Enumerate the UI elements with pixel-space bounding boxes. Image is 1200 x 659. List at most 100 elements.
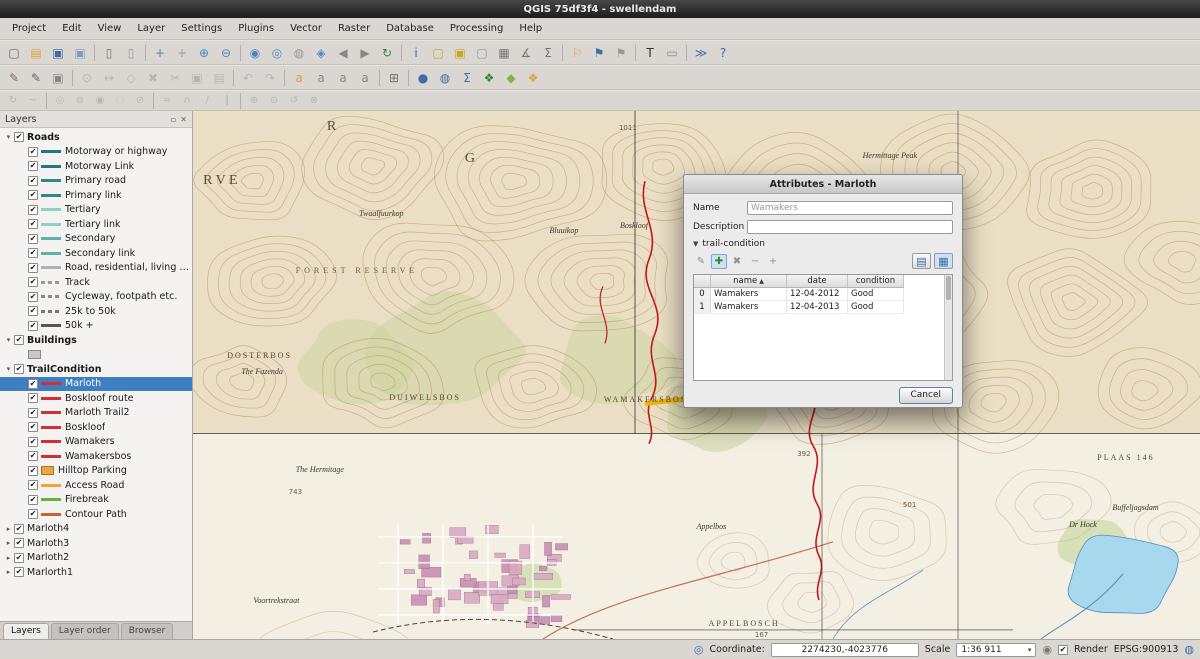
map-canvas[interactable]: RGHermittage PeakR V E1011TwaalfuurkopBl…: [193, 111, 1200, 639]
text-annotation-button[interactable]: T: [640, 43, 660, 63]
layer-item-firebreak[interactable]: ✔Firebreak: [0, 493, 192, 508]
reshape-features-button[interactable]: ∩: [178, 93, 196, 109]
deselect-all-button[interactable]: ▢: [472, 43, 492, 63]
metasearch-button[interactable]: ●: [413, 68, 433, 88]
layer-item-wamakersbos[interactable]: ✔Wamakersbos: [0, 449, 192, 464]
delete-child-feature-button[interactable]: ✖: [729, 254, 745, 269]
save-project-button[interactable]: ▣: [48, 43, 68, 63]
show-statistics-button[interactable]: Σ: [538, 43, 558, 63]
menu-layer[interactable]: Layer: [129, 20, 173, 37]
menu-vector[interactable]: Vector: [282, 20, 330, 37]
layer-checkbox[interactable]: ✔: [14, 335, 24, 345]
layer-checkbox[interactable]: ✔: [28, 408, 38, 418]
select-features-button[interactable]: ▢: [428, 43, 448, 63]
menu-project[interactable]: Project: [4, 20, 54, 37]
fill-ring-button[interactable]: ◉: [91, 93, 109, 109]
render-checkbox[interactable]: ✔: [1058, 645, 1068, 655]
column-header-condition[interactable]: condition: [848, 275, 904, 287]
node-tool-button[interactable]: ◇: [121, 68, 141, 88]
delete-part-button[interactable]: ⊘: [131, 93, 149, 109]
layer-checkbox[interactable]: ✔: [28, 306, 38, 316]
menu-settings[interactable]: Settings: [173, 20, 230, 37]
add-part-button[interactable]: ⊚: [71, 93, 89, 109]
rotate-label-button[interactable]: a: [333, 68, 353, 88]
layer-item-tertiary-link[interactable]: ✔Tertiary link: [0, 217, 192, 232]
layer-item-marlorth1[interactable]: ▸✔Marlorth1: [0, 565, 192, 580]
delete-selected-button[interactable]: ✖: [143, 68, 163, 88]
link-child-feature-button[interactable]: +: [765, 254, 781, 269]
layer-item-secondary[interactable]: ✔Secondary: [0, 232, 192, 247]
table-scrollbar[interactable]: [944, 275, 952, 380]
move-label-button[interactable]: a: [311, 68, 331, 88]
paste-features-button[interactable]: ▤: [209, 68, 229, 88]
simplify-feature-button[interactable]: ~: [24, 93, 42, 109]
copy-features-button[interactable]: ▣: [187, 68, 207, 88]
layer-item-primary-road[interactable]: ✔Primary road: [0, 174, 192, 189]
layer-item-boskloof[interactable]: ✔Boskloof: [0, 420, 192, 435]
layer-item-class-swatch[interactable]: [0, 348, 192, 363]
layer-item-access-road[interactable]: ✔Access Road: [0, 478, 192, 493]
table-row[interactable]: 0Wamakers12-04-2012Good: [694, 288, 904, 301]
layer-item-buildings[interactable]: ▾✔Buildings: [0, 333, 192, 348]
layer-checkbox[interactable]: ✔: [14, 567, 24, 577]
show-bookmarks-button[interactable]: ⚑: [611, 43, 631, 63]
layer-item-roads[interactable]: ▾✔Roads: [0, 130, 192, 145]
table-row[interactable]: 1Wamakers12-04-2013Good: [694, 301, 904, 314]
add-ring-button[interactable]: ◎: [51, 93, 69, 109]
table-view-button[interactable]: ▦: [934, 253, 953, 269]
layer-item-secondary-link[interactable]: ✔Secondary link: [0, 246, 192, 261]
new-bookmark-button[interactable]: ⚑: [589, 43, 609, 63]
layer-item-track[interactable]: ✔Track: [0, 275, 192, 290]
layer-checkbox[interactable]: ✔: [14, 524, 24, 534]
panel-close-icon[interactable]: ✕: [180, 115, 187, 124]
layer-checkbox[interactable]: ✔: [28, 161, 38, 171]
expand-arrow-icon[interactable]: ▾: [3, 365, 14, 373]
layer-item-primary-link[interactable]: ✔Primary link: [0, 188, 192, 203]
tab-layer-order[interactable]: Layer order: [51, 623, 119, 639]
layer-checkbox[interactable]: ✔: [28, 451, 38, 461]
layer-checkbox[interactable]: ✔: [28, 321, 38, 331]
collapse-arrow-icon[interactable]: ▸: [3, 539, 14, 547]
undo-button[interactable]: ↶: [238, 68, 258, 88]
layer-item-marloth[interactable]: ✔Marloth: [0, 377, 192, 392]
layer-checkbox[interactable]: ✔: [28, 509, 38, 519]
new-print-composer-button[interactable]: ▯: [99, 43, 119, 63]
layer-labeling-button[interactable]: a: [289, 68, 309, 88]
layer-checkbox[interactable]: ✔: [14, 553, 24, 563]
layer-checkbox[interactable]: ✔: [28, 437, 38, 447]
layer-checkbox[interactable]: ✔: [28, 205, 38, 215]
layer-item-cycleway-footpath-etc[interactable]: ✔Cycleway, footpath etc.: [0, 290, 192, 305]
layer-checkbox[interactable]: ✔: [28, 292, 38, 302]
split-parts-button[interactable]: ∥: [218, 93, 236, 109]
layer-checkbox[interactable]: ✔: [28, 277, 38, 287]
form-view-button[interactable]: ▤: [912, 253, 931, 269]
python-console-button[interactable]: ≫: [691, 43, 711, 63]
delete-ring-button[interactable]: ◌: [111, 93, 129, 109]
tab-browser[interactable]: Browser: [121, 623, 173, 639]
composer-manager-button[interactable]: ▯: [121, 43, 141, 63]
layer-item-marloth-trail2[interactable]: ✔Marloth Trail2: [0, 406, 192, 421]
description-field[interactable]: [747, 220, 953, 234]
layer-checkbox[interactable]: ✔: [14, 364, 24, 374]
current-edits-button[interactable]: ✎: [4, 68, 24, 88]
zoom-full-button[interactable]: ◎: [267, 43, 287, 63]
menu-plugins[interactable]: Plugins: [230, 20, 282, 37]
zoom-to-layer-button[interactable]: ◈: [311, 43, 331, 63]
panel-float-icon[interactable]: ▫: [171, 115, 176, 124]
row-header[interactable]: 0: [694, 288, 711, 300]
menu-processing[interactable]: Processing: [442, 20, 511, 37]
redo-button[interactable]: ↷: [260, 68, 280, 88]
new-project-button[interactable]: ▢: [4, 43, 24, 63]
name-field[interactable]: [747, 201, 953, 215]
split-features-button[interactable]: ∕: [198, 93, 216, 109]
menu-edit[interactable]: Edit: [54, 20, 89, 37]
statist-plugin-button[interactable]: Σ: [457, 68, 477, 88]
field-calculator-button[interactable]: ⊞: [384, 68, 404, 88]
layer-item-boskloof-route[interactable]: ✔Boskloof route: [0, 391, 192, 406]
layer-item-marloth3[interactable]: ▸✔Marloth3: [0, 536, 192, 551]
add-feature-button[interactable]: ⊙: [77, 68, 97, 88]
collapse-arrow-icon[interactable]: ▸: [3, 568, 14, 576]
collapse-arrow-icon[interactable]: ▸: [3, 554, 14, 562]
column-header-name[interactable]: name▲: [711, 275, 787, 287]
toggle-child-editing-button[interactable]: ✎: [693, 254, 709, 269]
